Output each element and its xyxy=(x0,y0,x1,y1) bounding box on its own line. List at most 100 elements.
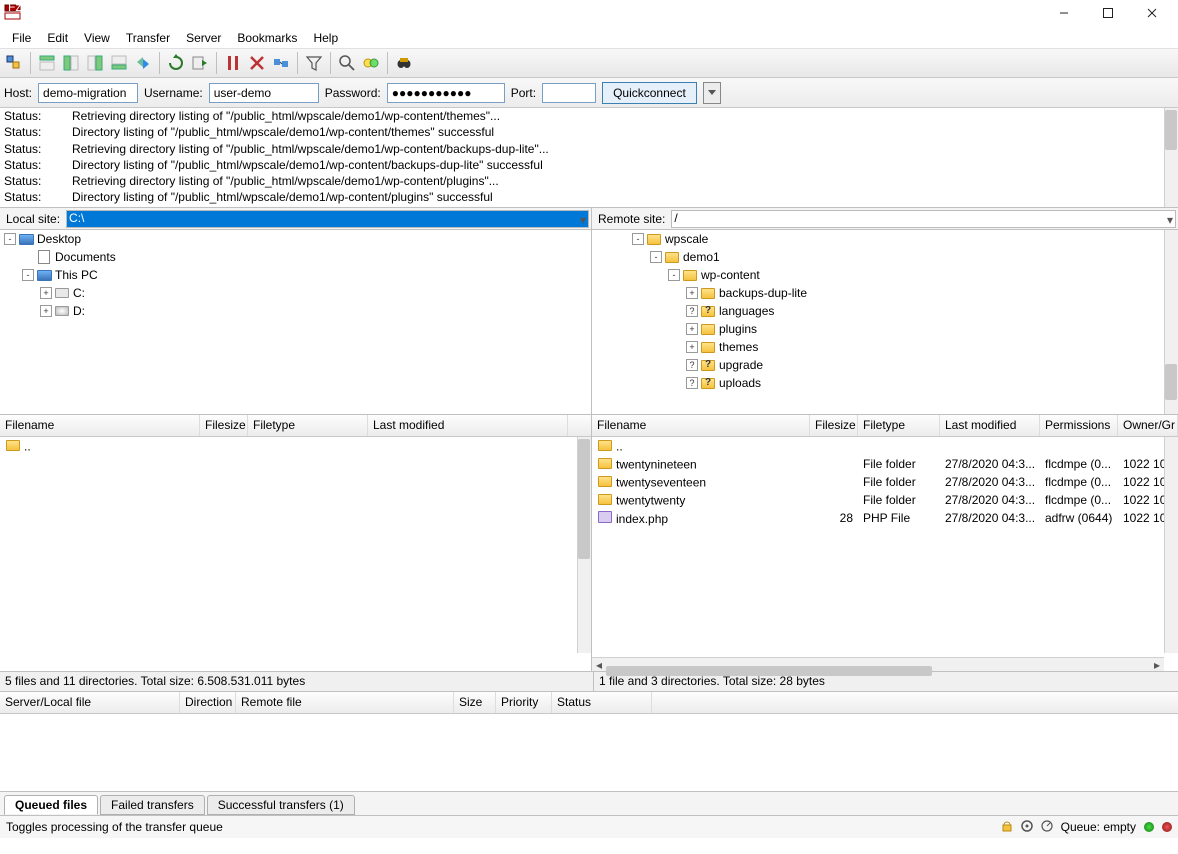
queue-tab[interactable]: Queued files xyxy=(4,795,98,815)
local-list[interactable]: .. xyxy=(0,437,591,671)
column-header[interactable]: Filesize xyxy=(200,415,248,436)
column-header[interactable]: Filetype xyxy=(858,415,940,436)
list-item[interactable]: twentynineteenFile folder27/8/2020 04:3.… xyxy=(592,455,1178,473)
remote-path-combo[interactable]: /▾ xyxy=(671,210,1176,228)
username-input[interactable] xyxy=(209,83,319,103)
disconnect-button[interactable] xyxy=(245,51,269,75)
remote-tree-scrollbar[interactable] xyxy=(1164,230,1178,414)
menu-view[interactable]: View xyxy=(76,29,118,47)
remote-tree[interactable]: -wpscale-demo1-wp-content+backups-dup-li… xyxy=(592,230,1178,414)
tree-item[interactable]: ?uploads xyxy=(592,374,1178,392)
toggle-remote-tree-button[interactable] xyxy=(83,51,107,75)
column-header[interactable]: Direction xyxy=(180,692,236,713)
host-input[interactable] xyxy=(38,83,138,103)
port-label: Port: xyxy=(511,86,536,100)
port-input[interactable] xyxy=(542,83,596,103)
maximize-button[interactable] xyxy=(1086,2,1130,24)
column-header[interactable]: Filesize xyxy=(810,415,858,436)
column-header[interactable]: Last modified xyxy=(940,415,1040,436)
tree-item[interactable]: +C: xyxy=(0,284,591,302)
list-item[interactable]: index.php28PHP File27/8/2020 04:3...adfr… xyxy=(592,509,1178,527)
menu-transfer[interactable]: Transfer xyxy=(118,29,178,47)
sync-browse-button[interactable] xyxy=(131,51,155,75)
list-item[interactable]: twentytwentyFile folder27/8/2020 04:3...… xyxy=(592,491,1178,509)
column-header[interactable]: Last modified xyxy=(368,415,568,436)
gear-icon[interactable] xyxy=(1021,820,1033,835)
binoculars-button[interactable] xyxy=(392,51,416,75)
column-header[interactable]: Status xyxy=(552,692,652,713)
local-path-combo[interactable]: C:\▾ xyxy=(66,210,589,228)
quickconnect-history-dropdown[interactable] xyxy=(703,82,721,104)
tree-item[interactable]: +plugins xyxy=(592,320,1178,338)
search-button[interactable] xyxy=(335,51,359,75)
column-header[interactable]: Size xyxy=(454,692,496,713)
reconnect-button[interactable] xyxy=(269,51,293,75)
queue-tab[interactable]: Successful transfers (1) xyxy=(207,795,355,815)
toggle-local-tree-button[interactable] xyxy=(59,51,83,75)
quickconnect-button[interactable]: Quickconnect xyxy=(602,82,697,104)
remote-list-header[interactable]: FilenameFilesizeFiletypeLast modifiedPer… xyxy=(592,415,1178,437)
tree-item[interactable]: ?languages xyxy=(592,302,1178,320)
list-item[interactable]: twentyseventeenFile folder27/8/2020 04:3… xyxy=(592,473,1178,491)
tree-item[interactable]: +backups-dup-lite xyxy=(592,284,1178,302)
refresh-button[interactable] xyxy=(164,51,188,75)
column-header[interactable]: Filename xyxy=(592,415,810,436)
queue-tab[interactable]: Failed transfers xyxy=(100,795,205,815)
local-site-label: Local site: xyxy=(2,212,64,226)
svg-text:Fz: Fz xyxy=(8,3,21,14)
local-list-scrollbar[interactable] xyxy=(577,437,591,653)
log-line: Status:Directory listing of "/public_htm… xyxy=(0,157,1178,173)
tree-item[interactable]: +D: xyxy=(0,302,591,320)
column-header[interactable]: Owner/Gr xyxy=(1118,415,1178,436)
list-item[interactable]: .. xyxy=(592,437,1178,455)
column-header[interactable]: Filetype xyxy=(248,415,368,436)
remote-list-scrollbar[interactable] xyxy=(1164,437,1178,653)
log-line: Status:Directory listing of "/public_htm… xyxy=(0,124,1178,140)
queue-header[interactable]: Server/Local fileDirectionRemote fileSiz… xyxy=(0,692,1178,714)
menu-edit[interactable]: Edit xyxy=(39,29,76,47)
cancel-button[interactable] xyxy=(221,51,245,75)
menubar: FileEditViewTransferServerBookmarksHelp xyxy=(0,26,1178,48)
column-header[interactable]: Priority xyxy=(496,692,552,713)
column-header[interactable]: Filename xyxy=(0,415,200,436)
tree-item[interactable]: Documents xyxy=(0,248,591,266)
sitemanager-button[interactable] xyxy=(2,51,26,75)
tree-item[interactable]: -wpscale xyxy=(592,230,1178,248)
log-scrollbar[interactable] xyxy=(1164,108,1178,207)
column-header[interactable]: Server/Local file xyxy=(0,692,180,713)
menu-server[interactable]: Server xyxy=(178,29,229,47)
local-tree[interactable]: -DesktopDocuments-This PC+C:+D: xyxy=(0,230,591,414)
filter-button[interactable] xyxy=(302,51,326,75)
remote-site-label: Remote site: xyxy=(594,212,669,226)
menu-file[interactable]: File xyxy=(4,29,39,47)
menu-bookmarks[interactable]: Bookmarks xyxy=(229,29,305,47)
local-summary: 5 files and 11 directories. Total size: … xyxy=(0,672,594,692)
password-input[interactable] xyxy=(387,83,505,103)
status-hint: Toggles processing of the transfer queue xyxy=(6,820,223,834)
username-label: Username: xyxy=(144,86,203,100)
tree-item[interactable]: -demo1 xyxy=(592,248,1178,266)
local-list-header[interactable]: FilenameFilesizeFiletypeLast modified xyxy=(0,415,591,437)
close-button[interactable] xyxy=(1130,2,1174,24)
lock-icon xyxy=(1001,820,1013,835)
compare-button[interactable] xyxy=(359,51,383,75)
toggle-queue-button[interactable] xyxy=(107,51,131,75)
quickconnect-bar: Host: Username: Password: Port: Quickcon… xyxy=(0,78,1178,108)
speedlimit-icon[interactable] xyxy=(1041,820,1053,835)
tree-item[interactable]: ?upgrade xyxy=(592,356,1178,374)
tree-item[interactable]: +themes xyxy=(592,338,1178,356)
process-queue-button[interactable] xyxy=(188,51,212,75)
tree-item[interactable]: -wp-content xyxy=(592,266,1178,284)
toggle-log-button[interactable] xyxy=(35,51,59,75)
minimize-button[interactable] xyxy=(1042,2,1086,24)
tree-item[interactable]: -Desktop xyxy=(0,230,591,248)
list-item[interactable]: .. xyxy=(0,437,591,455)
remote-list[interactable]: ..twentynineteenFile folder27/8/2020 04:… xyxy=(592,437,1178,671)
column-header[interactable]: Permissions xyxy=(1040,415,1118,436)
menu-help[interactable]: Help xyxy=(305,29,346,47)
remote-list-hscrollbar[interactable]: ◂▸ xyxy=(592,657,1164,671)
local-pane: Local site: C:\▾ -DesktopDocuments-This … xyxy=(0,208,592,671)
app-icon: Fz xyxy=(4,3,22,24)
column-header[interactable]: Remote file xyxy=(236,692,454,713)
tree-item[interactable]: -This PC xyxy=(0,266,591,284)
